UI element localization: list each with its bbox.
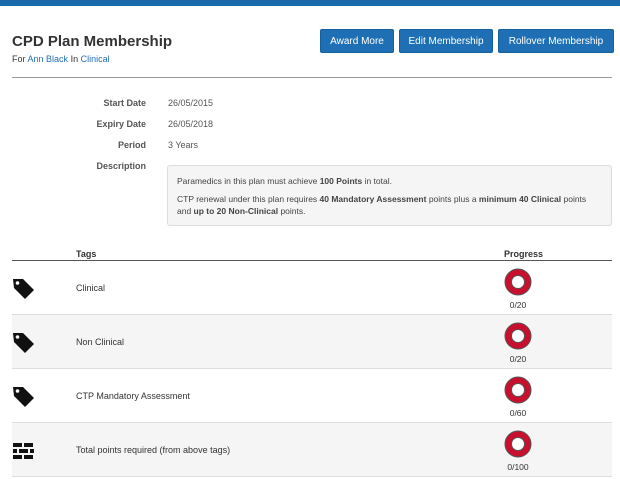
group-link[interactable]: Clinical: [81, 54, 110, 64]
period-label: Period: [117, 140, 146, 150]
header-divider: [12, 77, 612, 78]
subtitle-in: In: [70, 54, 79, 64]
progress-score: 0/20: [509, 354, 527, 364]
page-subtitle: For Ann Black In Clinical: [12, 54, 110, 64]
progress-ring-icon: [504, 430, 532, 458]
rollover-membership-button[interactable]: Rollover Membership: [498, 29, 614, 53]
bricks-icon: [13, 443, 34, 459]
tag-icon: [13, 387, 34, 407]
progress-ring-icon: [504, 376, 532, 404]
start-date-label: Start Date: [103, 98, 146, 108]
top-accent-bar: [0, 0, 620, 6]
description-paragraph-1: Paramedics in this plan must achieve 100…: [177, 176, 392, 186]
description-box: Paramedics in this plan must achieve 100…: [167, 165, 612, 226]
subtitle-prefix: For: [12, 54, 26, 64]
tag-label: Clinical: [76, 283, 106, 293]
progress-score: 0/20: [509, 300, 527, 310]
table-row: Clinical 0/20: [12, 261, 612, 315]
progress-column-header: Progress: [504, 249, 544, 259]
table-row: Non Clinical 0/20: [12, 315, 612, 369]
edit-membership-button[interactable]: Edit Membership: [399, 29, 493, 53]
progress-ring-icon: [504, 322, 532, 350]
tag-label: CTP Mandatory Assessment: [76, 391, 190, 401]
table-row: Total points required (from above tags) …: [12, 423, 612, 477]
award-more-button[interactable]: Award More: [320, 29, 394, 53]
page-title: CPD Plan Membership: [12, 33, 173, 50]
tag-icon: [13, 279, 34, 299]
expiry-date-label: Expiry Date: [96, 119, 146, 129]
table-row: CTP Mandatory Assessment 0/60: [12, 369, 612, 423]
tag-icon: [13, 333, 34, 353]
tag-label: Non Clinical: [76, 337, 125, 347]
start-date-value: 26/05/2015: [168, 98, 214, 108]
description-paragraph-2: CTP renewal under this plan requires 40 …: [177, 193, 587, 217]
description-label: Description: [96, 161, 146, 171]
member-name-link[interactable]: Ann Black: [28, 54, 69, 64]
progress-ring-icon: [504, 268, 532, 296]
tag-label: Total points required (from above tags): [76, 445, 231, 455]
progress-score: 0/60: [509, 408, 527, 418]
tags-column-header: Tags: [76, 249, 97, 259]
progress-score: 0/100: [507, 462, 529, 472]
expiry-date-value: 26/05/2018: [168, 119, 214, 129]
period-value: 3 Years: [168, 140, 199, 150]
